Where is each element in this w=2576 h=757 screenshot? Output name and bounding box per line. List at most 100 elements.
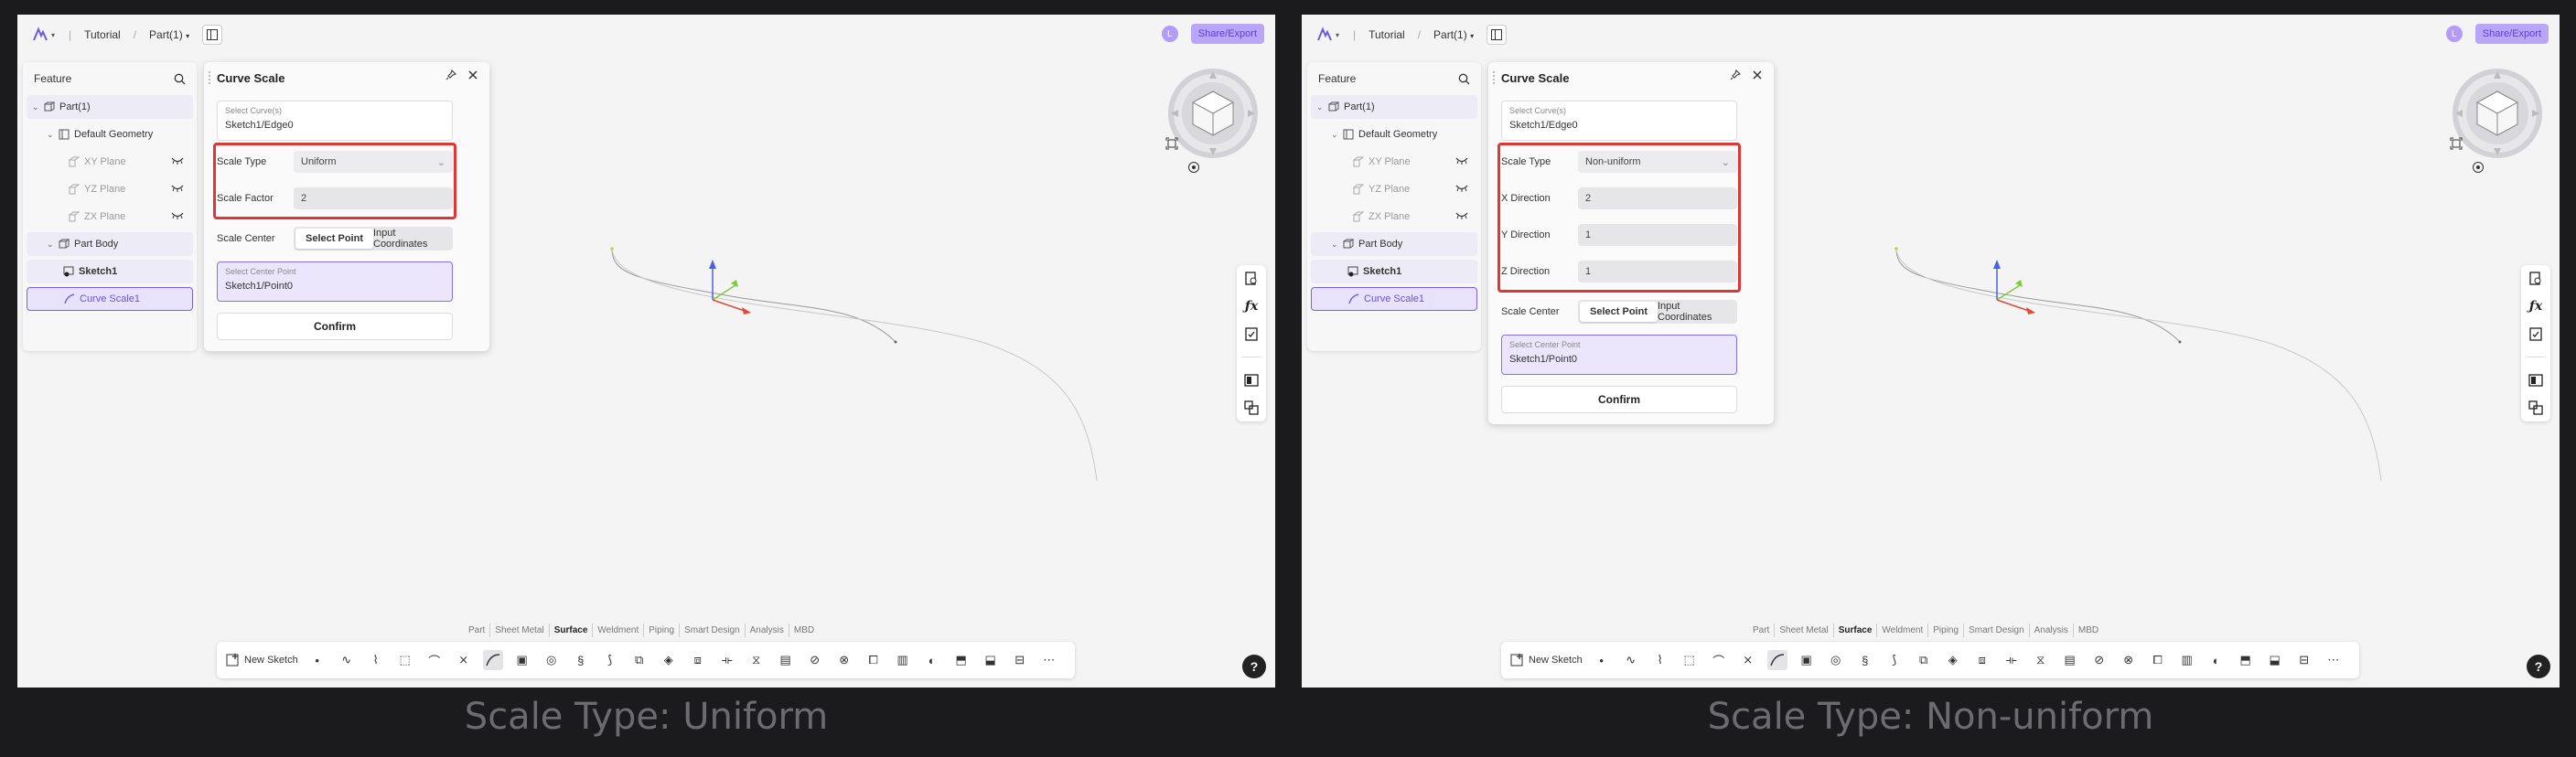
tree-item-zx-plane[interactable]: ZX Plane: [27, 205, 193, 229]
drag-handle-icon[interactable]: [1493, 71, 1497, 84]
tab-weldment[interactable]: Weldment: [593, 624, 645, 637]
search-icon[interactable]: [1458, 73, 1470, 85]
tab-piping[interactable]: Piping: [1928, 624, 1965, 637]
revolve-surface-icon[interactable]: ◎: [542, 650, 562, 670]
center-point[interactable]: [610, 247, 614, 251]
tree-item-xy-plane[interactable]: XY Plane: [1311, 150, 1477, 174]
intersection-curve-icon[interactable]: ⨯: [454, 650, 474, 670]
select-center-point-field[interactable]: Select Center Point Sketch1/Point0: [1501, 335, 1737, 375]
tree-item-xy-plane[interactable]: XY Plane: [27, 150, 193, 174]
curve-scaled[interactable]: [611, 248, 1098, 482]
project-curve-icon[interactable]: ⬚: [1680, 650, 1700, 670]
curve-scale-tool-icon[interactable]: [482, 650, 503, 670]
close-icon[interactable]: [467, 69, 478, 80]
drag-handle-icon[interactable]: [209, 71, 212, 84]
extend-surface-icon[interactable]: ⟛: [2002, 650, 2022, 670]
boundary-surface-icon[interactable]: ⧉: [629, 650, 649, 670]
delete-face-icon[interactable]: ⊟: [2294, 650, 2314, 670]
point-tool-icon[interactable]: •: [307, 650, 327, 670]
3d-viewport[interactable]: [511, 207, 1170, 554]
pattern-surface-icon[interactable]: ⬒: [2236, 650, 2256, 670]
chevron-down-icon[interactable]: ⌄: [47, 240, 54, 250]
app-logo[interactable]: ▾: [32, 25, 61, 45]
mirror-surface-icon[interactable]: ◐: [2206, 650, 2227, 670]
fit-view-icon[interactable]: [1165, 137, 1178, 150]
more-tools-icon[interactable]: ⋯: [2324, 650, 2344, 670]
more-tools-icon[interactable]: ⋯: [1039, 650, 1059, 670]
tab-mbd[interactable]: MBD: [2074, 624, 2103, 637]
tab-analysis[interactable]: Analysis: [746, 624, 789, 637]
input-coordinates-option[interactable]: Input Coordinates: [1658, 301, 1735, 323]
helix-icon[interactable]: ⌒: [424, 650, 445, 670]
tree-item-curve-scale1[interactable]: Curve Scale1: [27, 287, 193, 311]
share-export-button[interactable]: Share/Export: [1190, 24, 1264, 44]
tab-surface[interactable]: Surface: [1834, 624, 1878, 637]
curve-original[interactable]: [1895, 248, 2181, 343]
formula-icon[interactable]: ƒx: [2527, 296, 2545, 316]
tab-smart-design[interactable]: Smart Design: [680, 624, 746, 637]
thicken-icon[interactable]: ⧠: [2148, 650, 2168, 670]
boundary-surface-icon[interactable]: ⧉: [1914, 650, 1934, 670]
new-sketch-button[interactable]: New Sketch: [226, 653, 298, 667]
checklist-icon[interactable]: [2527, 324, 2545, 344]
tab-part[interactable]: Part: [464, 624, 491, 637]
hidden-eye-icon[interactable]: [1455, 157, 1468, 165]
curve-scaled[interactable]: [1895, 248, 2382, 482]
fill-surface-icon[interactable]: ◈: [659, 650, 679, 670]
ruled-surface-icon[interactable]: ▥: [2177, 650, 2197, 670]
pin-icon[interactable]: [445, 69, 456, 80]
tab-piping[interactable]: Piping: [644, 624, 681, 637]
app-logo[interactable]: ▾: [1316, 25, 1346, 45]
split-surface-icon[interactable]: ⊘: [2089, 650, 2109, 670]
search-icon[interactable]: [174, 73, 186, 85]
revolve-surface-icon[interactable]: ◎: [1826, 650, 1846, 670]
tree-item-zx-plane[interactable]: ZX Plane: [1311, 205, 1477, 229]
hidden-eye-icon[interactable]: [171, 157, 184, 165]
curve-original[interactable]: [611, 248, 896, 343]
center-point[interactable]: [1894, 247, 1898, 251]
untrim-surface-icon[interactable]: ▤: [776, 650, 796, 670]
curve-end-point[interactable]: [2178, 340, 2182, 344]
view-cube[interactable]: [1167, 68, 1259, 159]
thicken-icon[interactable]: ⧠: [864, 650, 884, 670]
tree-item-default-geometry[interactable]: ⌄ Default Geometry: [1311, 123, 1477, 146]
tab-sheet-metal[interactable]: Sheet Metal: [1775, 624, 1834, 637]
extend-surface-icon[interactable]: ⟛: [717, 650, 737, 670]
helix-icon[interactable]: ⌒: [1709, 650, 1729, 670]
view-settings-icon[interactable]: [1187, 161, 1200, 174]
tree-item-yz-plane[interactable]: YZ Plane: [27, 177, 193, 201]
chevron-down-icon[interactable]: ⌄: [1331, 130, 1338, 140]
curve-scale-tool-icon[interactable]: [1766, 650, 1787, 670]
layout-icon[interactable]: [1242, 370, 1261, 390]
tree-item-part-body[interactable]: ⌄ Part Body: [27, 232, 193, 256]
untrim-surface-icon[interactable]: ▤: [2060, 650, 2080, 670]
breadcrumb-part[interactable]: Part(1) ▾: [1428, 28, 1479, 41]
select-curve-field[interactable]: Select Curve(s) Sketch1/Edge0: [217, 101, 453, 141]
fill-surface-icon[interactable]: ◈: [1943, 650, 1963, 670]
tab-analysis[interactable]: Analysis: [2030, 624, 2074, 637]
spline-tool-icon[interactable]: ∿: [1621, 650, 1641, 670]
breadcrumb-part[interactable]: Part(1) ▾: [144, 28, 195, 41]
sweep-surface-icon[interactable]: §: [571, 650, 591, 670]
tree-item-part-body[interactable]: ⌄ Part Body: [1311, 232, 1477, 256]
curve-on-surface-icon[interactable]: ⌇: [1650, 650, 1670, 670]
pattern-surface-icon[interactable]: ⬒: [951, 650, 971, 670]
avatar[interactable]: L: [2445, 26, 2463, 42]
chevron-down-icon[interactable]: ⌄: [1316, 102, 1324, 112]
close-icon[interactable]: [1752, 69, 1763, 80]
offset-surface-icon[interactable]: ⧈: [688, 650, 708, 670]
extrude-surface-icon[interactable]: ▣: [512, 650, 532, 670]
chevron-down-icon[interactable]: ⌄: [47, 130, 54, 140]
pin-icon[interactable]: [1730, 69, 1741, 80]
tab-part[interactable]: Part: [1748, 624, 1776, 637]
intersection-curve-icon[interactable]: ⨯: [1738, 650, 1758, 670]
document-search-icon[interactable]: [2527, 269, 2545, 289]
tab-mbd[interactable]: MBD: [789, 624, 819, 637]
hidden-eye-icon[interactable]: [1455, 212, 1468, 219]
spline-tool-icon[interactable]: ∿: [337, 650, 357, 670]
tree-item-curve-scale1[interactable]: Curve Scale1: [1311, 287, 1477, 311]
extrude-surface-icon[interactable]: ▣: [1797, 650, 1817, 670]
new-sketch-button[interactable]: New Sketch: [1510, 653, 1583, 667]
replace-face-icon[interactable]: ⬓: [981, 650, 1001, 670]
tree-item-sketch1[interactable]: Sketch1: [1311, 260, 1477, 283]
